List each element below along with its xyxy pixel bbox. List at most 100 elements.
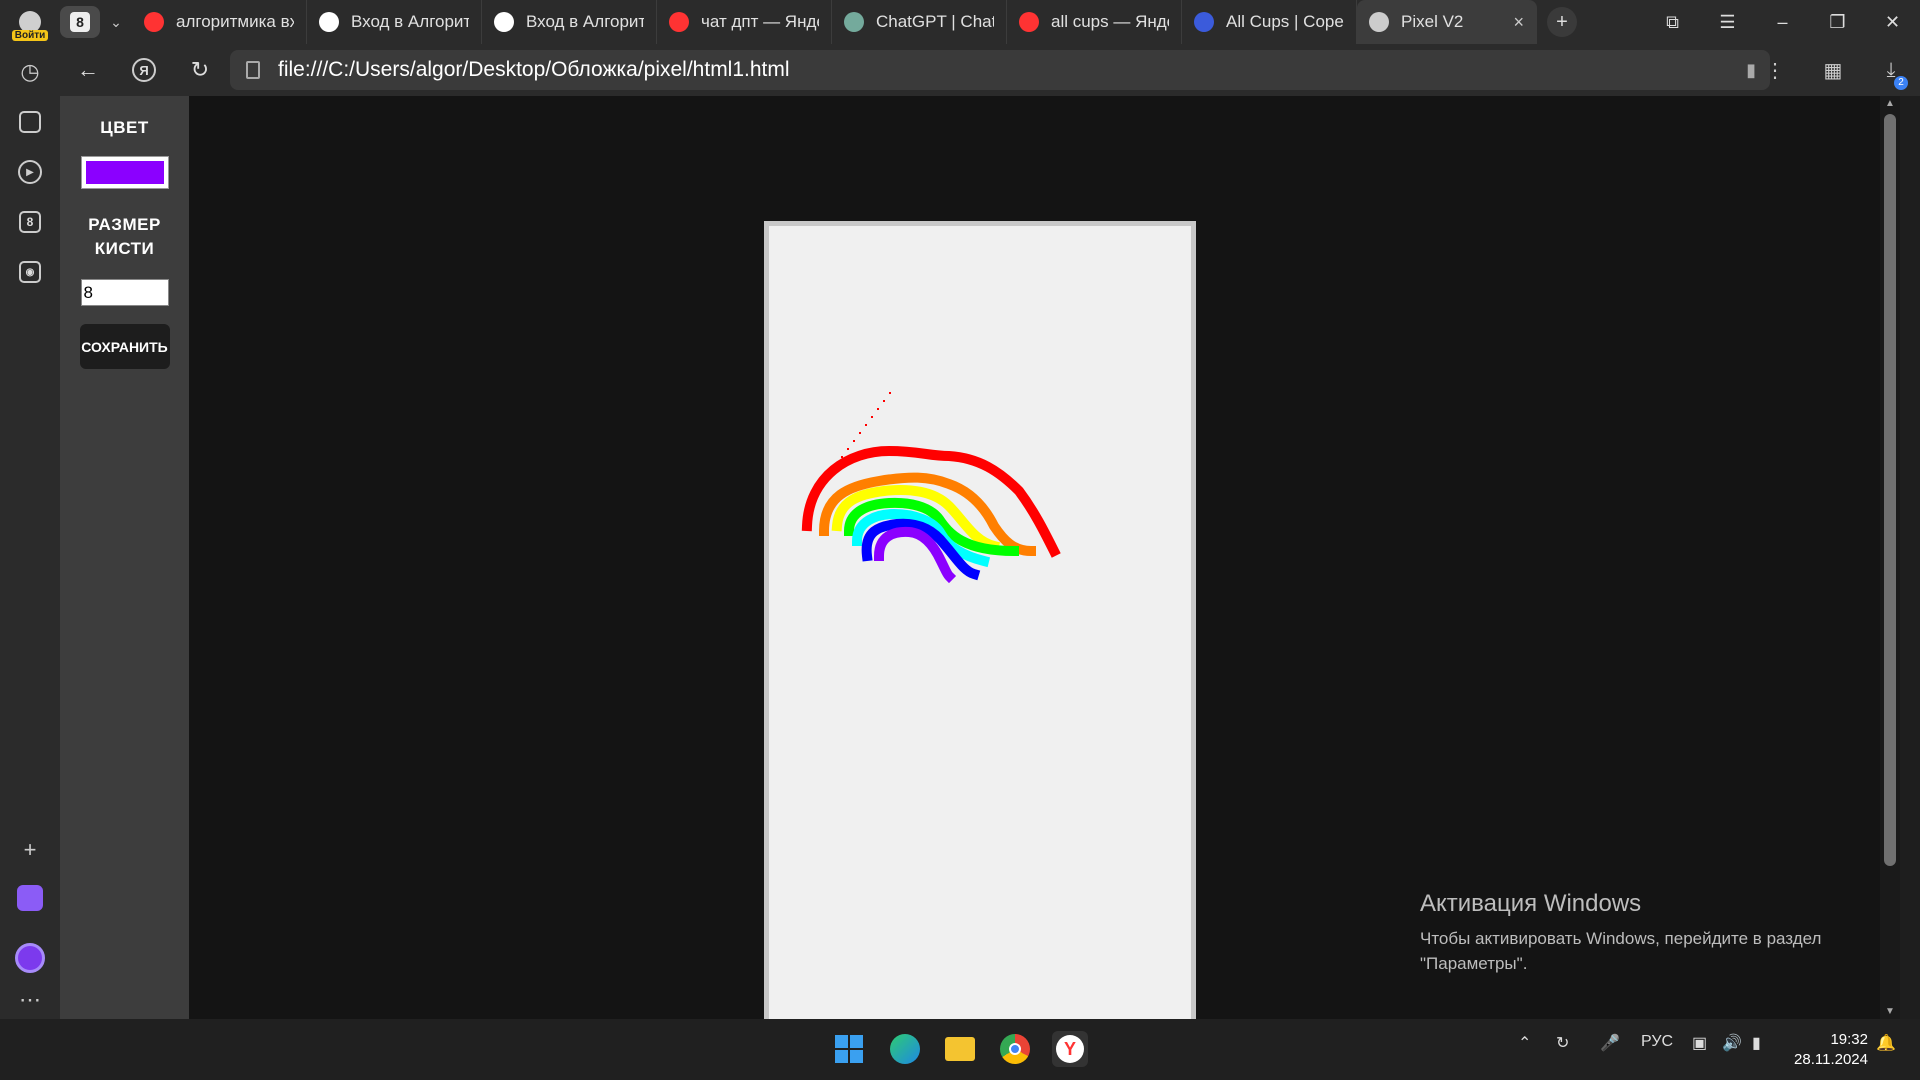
tab-6[interactable]: All Cups | Сорев: [1182, 0, 1357, 44]
tab-group-button[interactable]: 8: [60, 6, 100, 38]
stray-dot: [883, 400, 885, 402]
tab-5[interactable]: all cups — Янде: [1007, 0, 1182, 44]
profile-button[interactable]: Войти: [0, 0, 60, 44]
algorithmika-icon: [494, 12, 514, 32]
collections-icon[interactable]: [14, 106, 46, 138]
activation-line1: Чтобы активировать Windows, перейдите в …: [1420, 929, 1822, 948]
tab-list-icon[interactable]: ⧉: [1645, 0, 1700, 44]
color-label: ЦВЕТ: [100, 118, 149, 137]
color-swatch: [85, 161, 164, 184]
battery-icon[interactable]: ▮: [1752, 1033, 1761, 1053]
login-label: Войти: [11, 30, 49, 41]
tab-group-count: 8: [70, 12, 90, 32]
stray-dot: [841, 456, 843, 458]
toolbar-right: ⋮ ▦ ⤓ 2: [1746, 44, 1920, 96]
tab-title: Pixel V2: [1401, 12, 1464, 31]
tab-title: алгоритмика вх: [176, 12, 294, 31]
drawing-canvas[interactable]: [764, 221, 1196, 1019]
address-bar[interactable]: file:///C:/Users/algor/Desktop/Обложка/p…: [230, 50, 1770, 90]
language-indicator[interactable]: РУС: [1641, 1033, 1673, 1051]
downloads-button[interactable]: ⤓ 2: [1862, 59, 1920, 90]
activation-title: Активация Windows: [1420, 890, 1642, 917]
sync-icon[interactable]: ↻: [1556, 1033, 1569, 1053]
scroll-down-icon[interactable]: ▼: [1880, 1006, 1900, 1017]
add-icon[interactable]: +: [14, 834, 46, 866]
tab-2[interactable]: Вход в Алгорит: [482, 0, 657, 44]
more-icon[interactable]: ⋯: [14, 984, 46, 1016]
extension-icon[interactable]: ▦: [1804, 58, 1862, 83]
microphone-icon[interactable]: 🎤: [1600, 1033, 1620, 1053]
minimize-button[interactable]: –: [1755, 0, 1810, 44]
file-icon: [1369, 12, 1389, 32]
menu-icon[interactable]: ☰: [1700, 0, 1755, 44]
history-icon[interactable]: ◷: [14, 56, 46, 88]
rainbow-drawing: [801, 392, 1061, 584]
notification-bell-icon[interactable]: 🔔: [1876, 1033, 1896, 1053]
stray-dot: [817, 488, 819, 490]
chatgpt-icon: [844, 12, 864, 32]
brush-label-line2: КИСТИ: [94, 239, 155, 258]
yandex-home-button[interactable]: Я: [116, 50, 172, 90]
stray-dot: [859, 432, 861, 434]
color-picker[interactable]: [80, 156, 169, 189]
allcups-icon: [1194, 12, 1214, 32]
stray-dot: [871, 416, 873, 418]
stray-dot: [823, 480, 825, 482]
tab-title: чат дпт — Янде: [701, 12, 819, 31]
tab-0[interactable]: алгоритмика вх: [132, 0, 307, 44]
close-window-button[interactable]: ✕: [1865, 0, 1920, 44]
tab-1[interactable]: Вход в Алгорит: [307, 0, 482, 44]
yandex-icon: [1019, 12, 1039, 32]
restore-button[interactable]: ❐: [1810, 0, 1865, 44]
chrome-icon[interactable]: [997, 1031, 1033, 1067]
play-icon[interactable]: ▶: [14, 156, 46, 188]
clock-time: 19:32: [1830, 1031, 1868, 1048]
tab-title: Вход в Алгорит: [526, 12, 644, 31]
network-icon[interactable]: ▣: [1692, 1033, 1707, 1053]
tab-title: ChatGPT | Chat: [876, 12, 994, 31]
scrollbar[interactable]: ▲ ▼: [1880, 96, 1900, 1019]
tab-title: All Cups | Сорев: [1226, 12, 1344, 31]
yandex-browser-icon[interactable]: Y: [1052, 1031, 1088, 1067]
back-button[interactable]: ←: [60, 50, 116, 90]
clock[interactable]: 19:32 28.11.2024: [1794, 1030, 1868, 1070]
more-icon[interactable]: ⋮: [1746, 58, 1804, 83]
screenshot-icon[interactable]: ◉: [14, 256, 46, 288]
save-button[interactable]: СОХРАНИТЬ: [79, 324, 170, 369]
tabs-strip: алгоритмика вх Вход в Алгорит Вход в Алгор…: [132, 0, 1537, 44]
downloads-badge: 2: [1894, 75, 1908, 90]
start-icon[interactable]: [831, 1031, 867, 1067]
brush-label-line1: РАЗМЕР: [88, 215, 161, 234]
page-content: ЦВЕТ РАЗМЕР КИСТИ СОХРАНИТЬ ▲ ▼ Активаци…: [60, 96, 1900, 1019]
algorithmika-icon: [319, 12, 339, 32]
stray-dot: [865, 424, 867, 426]
taskbar: Y ⌃ ↻ 🎤 РУС ▣ 🔊 ▮ 19:32 28.11.2024 🔔: [0, 1019, 1920, 1080]
tab-4[interactable]: ChatGPT | Chat: [832, 0, 1007, 44]
new-tab-button[interactable]: +: [1547, 7, 1577, 37]
file-explorer-icon[interactable]: [942, 1031, 978, 1067]
scrollbar-thumb[interactable]: [1884, 114, 1896, 866]
tabs-icon[interactable]: 8: [14, 206, 46, 238]
stray-dot: [811, 496, 813, 498]
file-icon: [246, 61, 260, 79]
stray-dot: [877, 408, 879, 410]
tab-title: Вход в Алгорит: [351, 12, 469, 31]
tab-title: all cups — Янде: [1051, 12, 1169, 31]
stray-dot: [889, 392, 891, 394]
stray-dot: [847, 448, 849, 450]
stray-dot: [829, 472, 831, 474]
tray-chevron-icon[interactable]: ⌃: [1518, 1033, 1531, 1053]
tab-3[interactable]: чат дпт — Янде: [657, 0, 832, 44]
tab-7[interactable]: Pixel V2 ×: [1357, 0, 1537, 44]
chevron-down-icon[interactable]: ⌄: [100, 6, 132, 38]
volume-icon[interactable]: 🔊: [1722, 1033, 1742, 1053]
stray-dot: [853, 440, 855, 442]
alice-icon[interactable]: [14, 942, 46, 974]
reload-button[interactable]: ↻: [172, 50, 228, 90]
messenger-icon[interactable]: [14, 882, 46, 914]
tab-bar: Войти 8 ⌄ алгоритмика вх Вход в Алгорит Вх…: [0, 0, 1920, 44]
close-tab-icon[interactable]: ×: [1513, 12, 1524, 33]
scroll-up-icon[interactable]: ▲: [1880, 98, 1900, 109]
edge-icon[interactable]: [887, 1031, 923, 1067]
brush-size-input[interactable]: [80, 279, 169, 306]
